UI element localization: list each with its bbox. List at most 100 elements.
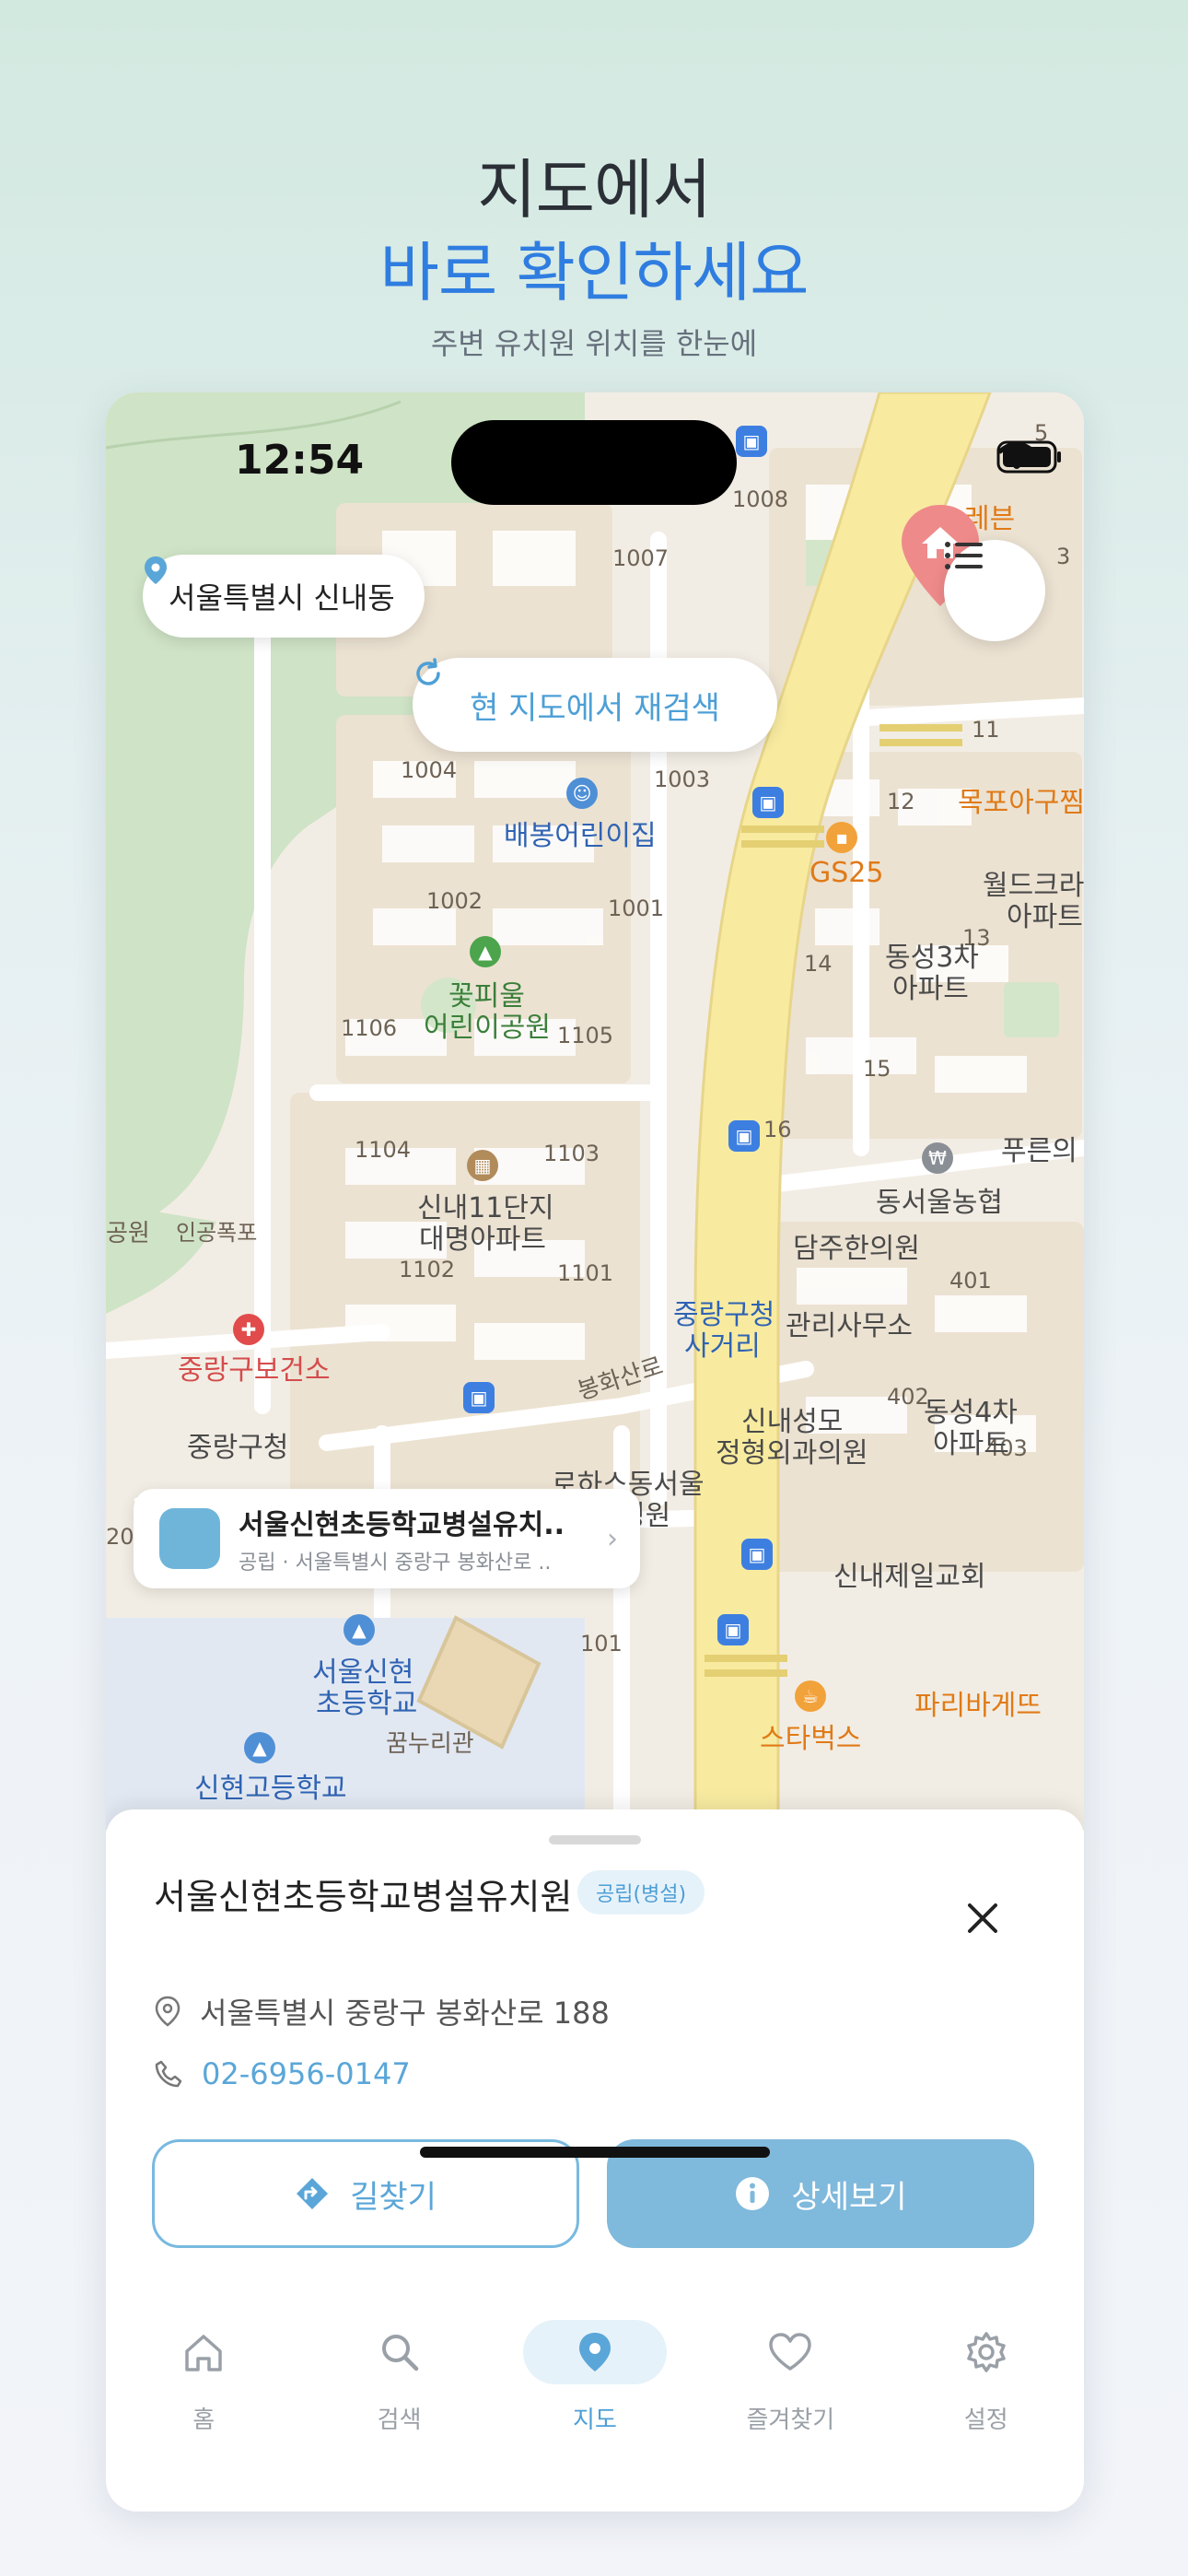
map-label-101: 101 bbox=[580, 1631, 623, 1657]
gear-icon bbox=[967, 2332, 1006, 2372]
tab-search[interactable]: 검색 bbox=[326, 2320, 473, 2440]
map-label-damju: 담주한의원 bbox=[793, 1233, 920, 1265]
map-label-gs25: GS25 bbox=[809, 857, 884, 889]
refresh-icon bbox=[416, 658, 440, 685]
map-label-baebong[interactable]: 배봉어린이집 bbox=[504, 813, 657, 853]
school-poi-icon: ▲ bbox=[344, 1614, 375, 1645]
directions-label: 길찾기 bbox=[350, 2178, 437, 2216]
apartment-poi-icon: ▦ bbox=[467, 1150, 498, 1181]
bus-stop-icon: ▣ bbox=[741, 1539, 773, 1570]
tab-settings[interactable]: 설정 bbox=[913, 2320, 1060, 2440]
sheet-drag-handle[interactable] bbox=[549, 1835, 641, 1844]
map-label-sinhyeon-high: 신현고등학교 bbox=[194, 1773, 347, 1805]
research-here-button[interactable]: 현 지도에서 재검색 bbox=[413, 658, 777, 752]
map-label-15: 15 bbox=[863, 1056, 891, 1082]
map-label-daemyung: 대명아파트 bbox=[419, 1224, 546, 1256]
battery-icon bbox=[996, 440, 1061, 474]
mini-card-subtitle: 공립 · 서울특별시 중랑구 봉화산로 .. bbox=[239, 1551, 552, 1575]
map-view[interactable]: 1008 1007 1004 1003 1002 1001 1106 1105 … bbox=[106, 392, 1084, 1830]
map-label-1105: 1105 bbox=[557, 1023, 614, 1048]
hero-title-line2: 바로 확인하세요 bbox=[379, 235, 809, 310]
map-label-kkumnuri: 꿈누리관 bbox=[386, 1730, 474, 1758]
map-label-pureun: 푸른의 bbox=[1001, 1135, 1077, 1167]
bottom-tab-bar: 홈 검색 지도 즐겨찾기 설정 bbox=[106, 2320, 1084, 2440]
address-row: 서울특별시 중랑구 봉화산로 188 bbox=[154, 1990, 610, 2032]
close-icon[interactable] bbox=[957, 1892, 1008, 1944]
map-label-1004: 1004 bbox=[401, 757, 458, 783]
map-label-3: 3 bbox=[1056, 544, 1071, 569]
address-text: 서울특별시 중랑구 봉화산로 188 bbox=[200, 1996, 610, 2031]
map-label-mokpo: 목포아구찜 bbox=[958, 787, 1084, 819]
map-label-1103: 1103 bbox=[543, 1141, 600, 1166]
bus-stop-icon: ▣ bbox=[736, 426, 767, 457]
bus-stop-icon: ▣ bbox=[463, 1382, 495, 1413]
tab-home-label: 홈 bbox=[192, 2406, 215, 2434]
map-label-1101: 1101 bbox=[557, 1260, 614, 1286]
hero-subtitle: 주변 유치원 위치를 한눈에 bbox=[430, 326, 758, 361]
map-label-office: 관리사무소 bbox=[786, 1310, 913, 1342]
map-label-kkotpiul-park: 어린이공원 bbox=[424, 1012, 551, 1044]
list-view-button[interactable] bbox=[944, 540, 1045, 641]
map-label-church: 신내제일교회 bbox=[833, 1561, 986, 1593]
kindergarten-poi-icon[interactable]: ☺ bbox=[566, 778, 598, 809]
map-label-16: 16 bbox=[763, 1117, 792, 1142]
kindergarten-name: 서울신현초등학교병설유치원 bbox=[154, 1877, 573, 1917]
list-icon bbox=[945, 542, 983, 569]
location-chip-label: 서울특별시 신내동 bbox=[169, 580, 395, 615]
map-label-park-left: 공원 bbox=[106, 1220, 150, 1247]
map-label-12: 12 bbox=[887, 789, 915, 814]
type-badge: 공립(병설) bbox=[577, 1870, 705, 1914]
map-label-1104: 1104 bbox=[355, 1137, 412, 1163]
bus-stop-icon: ▣ bbox=[717, 1614, 749, 1645]
selected-kindergarten-card[interactable]: 서울신현초등학교병설유치.. 공립 · 서울특별시 중랑구 봉화산로 .. › bbox=[134, 1489, 640, 1588]
map-label-401: 401 bbox=[949, 1268, 992, 1294]
phone-screen: 1008 1007 1004 1003 1002 1001 1106 1105 … bbox=[106, 392, 1084, 2512]
location-chip[interactable]: 서울특별시 신내동 bbox=[143, 555, 425, 638]
tab-favorites-label: 즐겨찾기 bbox=[746, 2406, 835, 2434]
map-pin-icon bbox=[578, 2333, 611, 2371]
map-label-1002: 1002 bbox=[426, 888, 483, 914]
tab-map-label: 지도 bbox=[573, 2406, 617, 2434]
map-label-elementary: 초등학교 bbox=[316, 1688, 418, 1720]
map-label-starbucks: 스타벅스 bbox=[760, 1723, 862, 1755]
map-label-1007: 1007 bbox=[612, 545, 670, 571]
map-label-1106: 1106 bbox=[341, 1015, 398, 1041]
map-label-14: 14 bbox=[804, 951, 833, 977]
graduation-cap-icon bbox=[134, 1491, 220, 1569]
map-label-dongseoul-nh: 동서울농협 bbox=[876, 1187, 1003, 1219]
map-label-orthopedic: 정형외과의원 bbox=[716, 1437, 868, 1469]
store-poi-icon: ▪ bbox=[826, 822, 857, 853]
info-icon bbox=[736, 2177, 770, 2210]
status-time: 12:54 bbox=[235, 437, 365, 484]
map-label-1003: 1003 bbox=[654, 767, 711, 792]
map-label-1102: 1102 bbox=[399, 1257, 456, 1282]
home-indicator[interactable] bbox=[420, 2147, 770, 2158]
mini-card-title: 서울신현초등학교병설유치.. bbox=[239, 1509, 565, 1541]
cafe-poi-icon: ☕ bbox=[795, 1680, 826, 1712]
map-label-artificial-fall: 인공폭포 bbox=[176, 1220, 258, 1246]
hospital-poi-icon: ✚ bbox=[233, 1314, 264, 1345]
map-label-paris: 파리바게뜨 bbox=[914, 1690, 1042, 1722]
map-label-health-center: 중랑구보건소 bbox=[178, 1354, 331, 1387]
tab-search-label: 검색 bbox=[377, 2406, 422, 2434]
research-here-label: 현 지도에서 재검색 bbox=[470, 689, 720, 727]
dynamic-island bbox=[451, 420, 737, 505]
map-label-1008: 1008 bbox=[732, 486, 789, 512]
tab-favorites[interactable]: 즐겨찾기 bbox=[716, 2320, 864, 2440]
map-label-world-apt: 아파트 bbox=[1007, 901, 1083, 933]
search-icon bbox=[381, 2335, 418, 2371]
location-icon bbox=[155, 1996, 181, 2027]
bus-stop-icon: ▣ bbox=[752, 787, 784, 818]
directions-icon bbox=[297, 2178, 329, 2209]
hero-title-line1: 지도에서 bbox=[477, 152, 712, 228]
map-pin-icon bbox=[145, 556, 167, 584]
view-details-label: 상세보기 bbox=[791, 2178, 907, 2216]
tab-map[interactable]: 지도 bbox=[521, 2320, 669, 2440]
tab-home[interactable]: 홈 bbox=[130, 2320, 277, 2440]
map-label-402: 402 bbox=[887, 1384, 929, 1410]
highschool-poi-icon: ▲ bbox=[244, 1732, 275, 1763]
phone-number-link[interactable]: 02-6956-0147 bbox=[202, 2056, 411, 2091]
phone-row[interactable]: 02-6956-0147 bbox=[154, 2056, 411, 2091]
map-label-11: 11 bbox=[972, 717, 1000, 743]
bank-poi-icon: ₩ bbox=[922, 1142, 953, 1174]
